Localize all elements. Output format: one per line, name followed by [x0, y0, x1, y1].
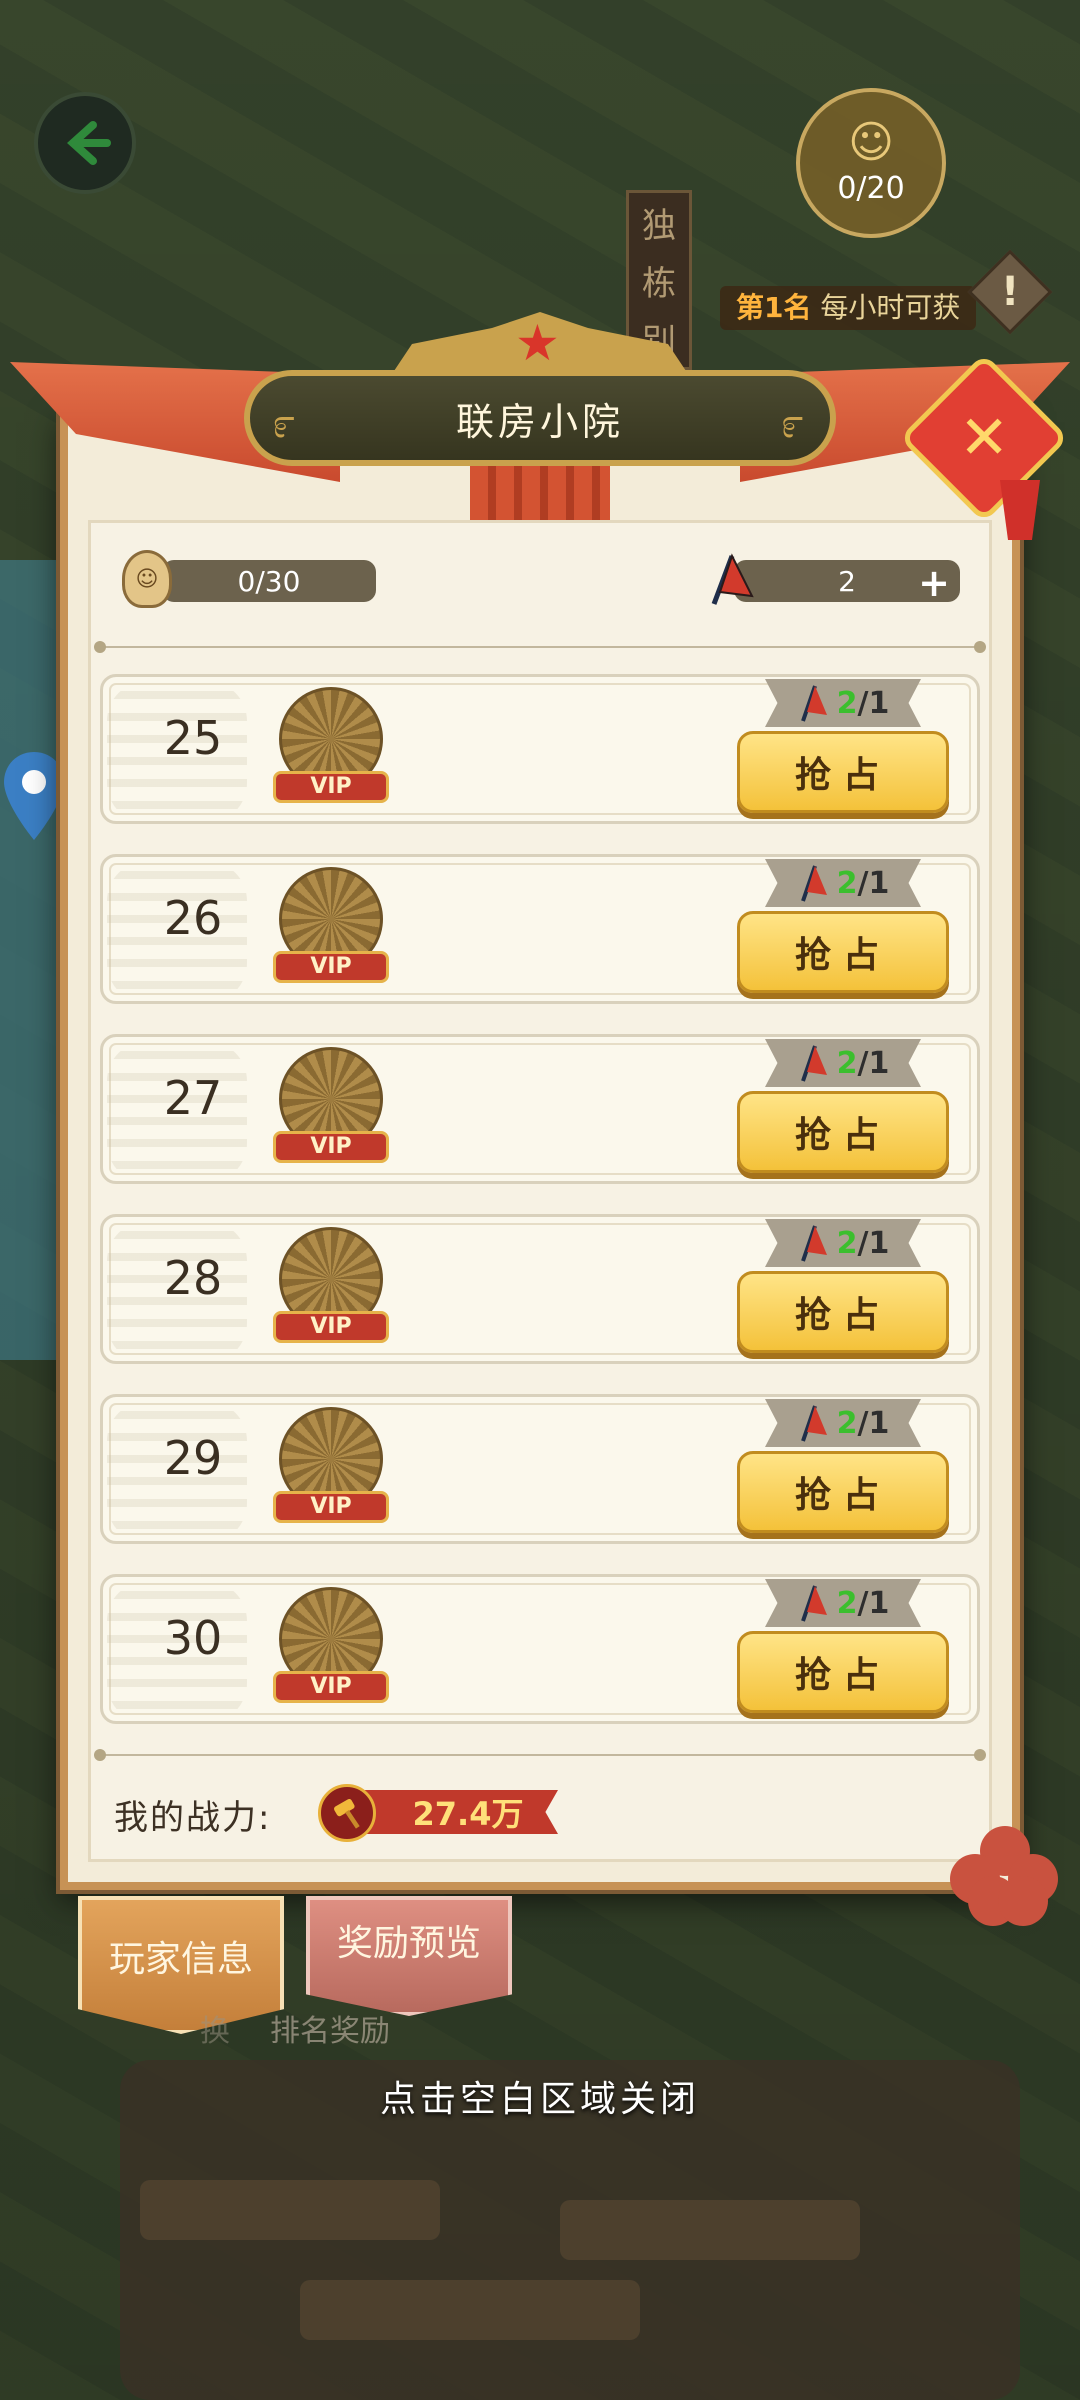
star-icon: ★	[515, 314, 560, 372]
cost-have: 2	[836, 1585, 858, 1621]
grab-button[interactable]: 抢占	[737, 1451, 949, 1533]
slot-row: 26 VIP 2/1 抢占	[100, 854, 980, 1004]
slot-rank: 27	[163, 1071, 223, 1125]
vip-badge: VIP	[273, 1311, 389, 1343]
grab-button[interactable]: 抢占	[737, 1091, 949, 1173]
grab-button[interactable]: 抢占	[737, 731, 949, 813]
slot-rank: 29	[163, 1431, 223, 1485]
residents-count: 0/20	[837, 170, 905, 206]
add-flags-button[interactable]: +	[918, 564, 950, 602]
flag-cost-tag: 2/1	[765, 1219, 921, 1267]
tab-reward-preview[interactable]: 奖励预览	[306, 1896, 512, 2016]
person-icon: ☺	[122, 550, 172, 608]
cloud-ornament-icon: ೯	[272, 398, 300, 447]
cost-need: /1	[857, 1585, 890, 1621]
field-row	[560, 2200, 860, 2260]
flag-cost-tag: 2/1	[765, 859, 921, 907]
slot-row: 27 VIP 2/1 抢占	[100, 1034, 980, 1184]
red-flag-icon	[800, 685, 827, 722]
flag-cost-tag: 2/1	[765, 1579, 921, 1627]
red-flag-icon	[800, 1405, 827, 1442]
dialog-title-plate: ೯ 联房小院 ೯	[244, 370, 836, 466]
flower-ornament-icon	[950, 1826, 1060, 1926]
cost-have: 2	[836, 865, 858, 901]
dialog-title: 联房小院	[455, 399, 624, 444]
cost-have: 2	[836, 1225, 858, 1261]
cost-need: /1	[857, 1045, 890, 1081]
tab-label: 奖励预览	[336, 1923, 481, 1964]
vip-badge: VIP	[273, 1491, 389, 1523]
slot-rank: 25	[163, 711, 223, 765]
back-button[interactable]	[34, 92, 136, 194]
slot-row: 30 VIP 2/1 抢占	[100, 1574, 980, 1724]
vip-badge: VIP	[273, 771, 389, 803]
person-icon: ☺	[848, 116, 894, 168]
cost-need: /1	[857, 1405, 890, 1441]
grab-button[interactable]: 抢占	[737, 911, 949, 993]
grab-button[interactable]: 抢占	[737, 1271, 949, 1353]
red-flag-icon	[711, 553, 754, 605]
cost-have: 2	[836, 685, 858, 721]
grab-button[interactable]: 抢占	[737, 1631, 949, 1713]
tab-label: 玩家信息	[108, 1939, 253, 1980]
cost-have: 2	[836, 1045, 858, 1081]
slot-row: 25 VIP 2/1 抢占	[100, 674, 980, 824]
red-flag-icon	[800, 1225, 827, 1262]
map-pin-icon[interactable]	[0, 748, 68, 844]
flag-cost-tag: 2/1	[765, 1039, 921, 1087]
background-tab-labels: 换 排名奖励	[200, 2006, 390, 2050]
divider	[94, 1749, 986, 1761]
residents-counter[interactable]: ☺ 0/20	[796, 88, 946, 238]
flag-cost-tag: 2/1	[765, 679, 921, 727]
rank-prefix: 第1名	[736, 291, 812, 324]
cloud-ornament-icon: ೯	[780, 398, 808, 447]
close-icon: ✕	[958, 403, 1010, 473]
field-row	[140, 2180, 440, 2240]
power-value: 27.4万	[348, 1790, 558, 1834]
cost-need: /1	[857, 1225, 890, 1261]
field-row	[300, 2280, 640, 2340]
red-flag-icon	[800, 865, 827, 902]
vip-badge: VIP	[273, 1671, 389, 1703]
slot-rank: 26	[163, 891, 223, 945]
slot-rank: 28	[163, 1251, 223, 1305]
back-arrow-icon	[67, 121, 111, 165]
cost-need: /1	[857, 685, 890, 721]
red-flag-icon	[800, 1045, 827, 1082]
cost-have: 2	[836, 1405, 858, 1441]
hammer-icon	[318, 1784, 376, 1842]
sign-char: 独	[642, 205, 676, 246]
slot-rank: 30	[163, 1611, 223, 1665]
occupants-count: 0/30	[162, 560, 376, 602]
background-tab-label: 排名奖励	[270, 2014, 390, 2049]
close-hint: 点击空白区域关闭	[379, 2079, 700, 2120]
rank-banner: 第1名 每小时可获	[720, 286, 977, 330]
sign-char: 栋	[642, 263, 676, 304]
power-label: 我的战力:	[114, 1798, 272, 1838]
background-tab-label: 换	[200, 2014, 230, 2049]
vip-badge: VIP	[273, 1131, 389, 1163]
flag-stat: 2 +	[704, 553, 960, 606]
power-badge: 27.4万	[318, 1784, 558, 1842]
divider	[94, 641, 986, 653]
cost-need: /1	[857, 865, 890, 901]
slot-row: 28 VIP 2/1 抢占	[100, 1214, 980, 1364]
red-flag-icon	[800, 1585, 827, 1622]
flag-cost-tag: 2/1	[765, 1399, 921, 1447]
rank-text: 每小时可获	[820, 291, 961, 324]
vip-badge: VIP	[273, 951, 389, 983]
slot-row: 29 VIP 2/1 抢占	[100, 1394, 980, 1544]
occupants-stat: 0/30 ☺	[122, 550, 376, 608]
